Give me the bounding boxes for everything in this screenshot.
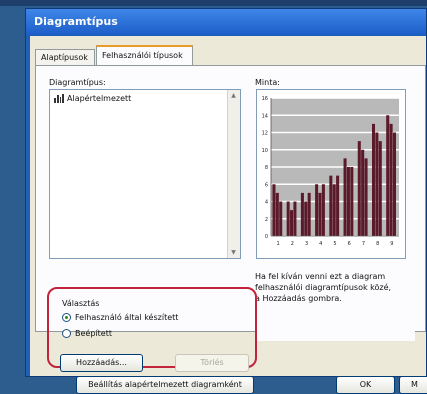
bar bbox=[389, 123, 393, 236]
x-tick-label: 2 bbox=[291, 241, 294, 247]
bar bbox=[361, 149, 365, 236]
y-tick-label: 0 bbox=[265, 234, 268, 240]
description-line: Ha fel kíván venni ezt a diagram bbox=[255, 272, 386, 281]
y-tick-label: 12 bbox=[262, 131, 268, 137]
preview-label: Minta: bbox=[255, 78, 280, 87]
bar bbox=[357, 141, 361, 236]
x-tick-label: 1 bbox=[277, 241, 280, 247]
cancel-button[interactable]: M bbox=[399, 376, 427, 394]
set-default-chart-button[interactable]: Beállítás alapértelmezett diagramként bbox=[76, 376, 254, 394]
bar bbox=[343, 158, 347, 236]
y-tick-label: 2 bbox=[265, 217, 268, 223]
y-tick-label: 16 bbox=[262, 96, 268, 102]
bar bbox=[332, 184, 336, 236]
bar bbox=[300, 192, 304, 236]
y-tick-label: 6 bbox=[265, 182, 268, 188]
dialog-body: Alaptípusok Felhasználói típusok Diagram… bbox=[30, 36, 427, 394]
list-item[interactable]: Alapértelmezett bbox=[54, 94, 131, 103]
y-tick-label: 8 bbox=[265, 165, 268, 171]
x-tick-label: 6 bbox=[348, 241, 351, 247]
bar bbox=[364, 158, 368, 236]
list-scrollbar[interactable]: ▲ ▼ bbox=[227, 90, 240, 258]
description-line: a Hozzáadás gombra. bbox=[255, 294, 342, 303]
bar bbox=[336, 175, 340, 236]
tab-standard-types[interactable]: Alaptípusok bbox=[35, 49, 95, 65]
dialog-titlebar[interactable]: Diagramtípus bbox=[26, 9, 426, 35]
bar-chart-icon bbox=[54, 94, 64, 103]
x-tick-label: 7 bbox=[362, 241, 365, 247]
radio-button[interactable] bbox=[62, 329, 71, 338]
radio-user-defined[interactable]: Felhasználó által készített bbox=[62, 313, 178, 322]
x-tick-label: 5 bbox=[333, 241, 336, 247]
bar bbox=[346, 167, 350, 236]
radio-label: Felhasználó által készített bbox=[75, 313, 179, 322]
add-button[interactable]: Hozzáadás... bbox=[60, 354, 143, 372]
x-tick-label: 4 bbox=[319, 241, 322, 247]
x-tick-label: 8 bbox=[376, 241, 379, 247]
bar bbox=[318, 192, 322, 236]
description-text: Ha fel kíván venni ezt a diagram felhasz… bbox=[255, 271, 415, 341]
bar bbox=[321, 184, 325, 236]
delete-button[interactable]: Törlés bbox=[175, 354, 249, 372]
scroll-down-icon[interactable]: ▼ bbox=[230, 249, 237, 256]
bar bbox=[275, 192, 279, 236]
chart-type-label: Diagramtípus: bbox=[49, 78, 106, 87]
bar bbox=[329, 175, 333, 236]
y-tick-label: 10 bbox=[262, 148, 268, 154]
tab-panel: Diagramtípus: Alapértelmezett ▲ ▼ Minta:… bbox=[35, 65, 426, 372]
ok-button[interactable]: OK bbox=[336, 376, 395, 394]
radio-built-in[interactable]: Beépített bbox=[62, 329, 112, 338]
x-tick-label: 9 bbox=[390, 241, 393, 247]
x-tick-label: 3 bbox=[305, 241, 308, 247]
bar bbox=[371, 123, 376, 236]
bar bbox=[392, 132, 397, 236]
scroll-up-icon[interactable]: ▲ bbox=[230, 92, 237, 99]
dialog-title: Diagramtípus bbox=[34, 15, 118, 28]
bar bbox=[315, 184, 319, 236]
chart-type-list[interactable]: Alapértelmezett ▲ ▼ bbox=[49, 89, 241, 259]
window-frame bbox=[0, 0, 427, 6]
tab-custom-types[interactable]: Felhasználói típusok bbox=[96, 45, 193, 66]
bar bbox=[375, 132, 379, 236]
description-line: felhasználói diagramtípusok közé, bbox=[255, 283, 392, 292]
y-tick-label: 4 bbox=[265, 200, 268, 206]
list-item-label: Alapértelmezett bbox=[67, 94, 132, 103]
bar bbox=[286, 201, 290, 236]
preview-chart: 16141210864201 2 3 4 5 6 7 8 9 bbox=[262, 96, 399, 247]
bar bbox=[272, 184, 276, 236]
bar bbox=[386, 115, 390, 236]
bar bbox=[350, 167, 354, 236]
select-from-label: Választás bbox=[62, 299, 100, 308]
bar bbox=[290, 210, 294, 236]
bar bbox=[279, 201, 283, 236]
radio-label: Beépített bbox=[75, 329, 112, 338]
bar bbox=[378, 141, 382, 236]
chart-type-dialog: Diagramtípus Alaptípusok Felhasználói tí… bbox=[25, 8, 427, 394]
preview-box: 16 14 12 10 8 6 4 2 0 1 2 3 4 5 6 7 8 9 bbox=[256, 89, 406, 259]
y-tick-label: 14 bbox=[262, 113, 268, 119]
bar bbox=[293, 201, 297, 236]
bar bbox=[307, 192, 311, 236]
radio-button[interactable] bbox=[62, 313, 71, 322]
bar bbox=[304, 201, 308, 236]
